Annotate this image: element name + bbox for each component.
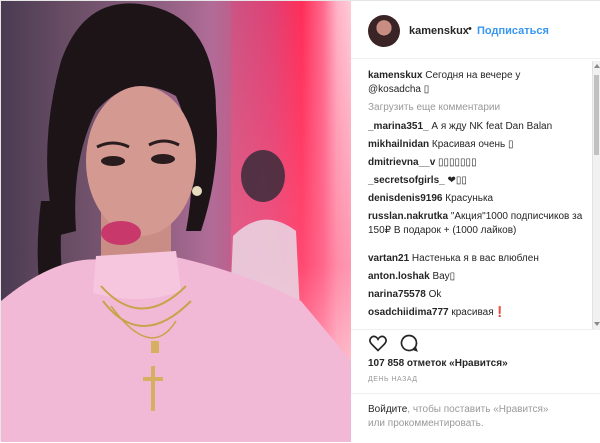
comment-item: dmitrievna__v ▯▯▯▯▯▯▯ (368, 156, 588, 170)
comment-text: Вау▯ (432, 271, 456, 282)
header-username[interactable]: kamenskux (409, 25, 469, 37)
comment-username[interactable]: _secretsofgirls_ (368, 175, 445, 186)
comment-item: mikhailnidan Красивая очень ▯ (368, 138, 588, 152)
scroll-up-arrow-icon[interactable] (594, 64, 600, 68)
caption-emoji: ▯ (423, 84, 430, 95)
photo-illustration (1, 3, 351, 442)
comment-text: красивая❗ (451, 307, 507, 318)
comment-item: anton.loshak Вау▯ (368, 270, 588, 284)
comment-item: narina75578 Ok (368, 288, 588, 302)
header-separator: • (468, 23, 472, 35)
comment-username[interactable]: narina75578 (368, 289, 426, 300)
comment-item: _secretsofgirls_ ❤▯▯ (368, 174, 588, 188)
comment-item: russlan.nakrutka "Акция"1000 подписчиков… (368, 210, 588, 238)
instagram-post: kamenskux • Подписаться kamenskux Сегодн… (0, 0, 600, 442)
comment-username[interactable]: dmitrievna__v (368, 157, 435, 168)
caption-text: Сегодня на вечере у (425, 70, 521, 81)
comment-username[interactable]: vartan21 (368, 253, 409, 264)
login-prompt: Войдите, чтобы поставить «Нравится» или … (351, 393, 600, 443)
post-photo[interactable] (1, 1, 351, 442)
comment-item: denisdenis9196 Красунька (368, 192, 588, 206)
action-bar (351, 331, 600, 361)
comment-username[interactable]: denisdenis9196 (368, 193, 442, 204)
comment-text: Красунька (445, 193, 494, 204)
comments-scrollbar[interactable] (592, 61, 600, 329)
caption-mention[interactable]: @kosadcha (368, 84, 421, 95)
caption-username[interactable]: kamenskux (368, 70, 422, 81)
comment-username[interactable]: russlan.nakrutka (368, 211, 448, 222)
comment-item: vartan21 Настенька я в вас влюблен (368, 252, 588, 266)
comment-username[interactable]: _marina351_ (368, 121, 429, 132)
post-timestamp: ДЕНЬ НАЗАД (368, 376, 418, 383)
comment-text: ▯▯▯▯▯▯▯ (438, 157, 477, 168)
comment-text: Красивая очень ▯ (431, 139, 514, 150)
login-prompt-text-2: или прокомментировать. (368, 418, 484, 429)
scroll-down-arrow-icon[interactable] (594, 322, 600, 326)
comment-text: Ok (428, 289, 442, 300)
likes-count[interactable]: 107 858 отметок «Нравится» (368, 358, 508, 369)
comment-icon[interactable] (399, 333, 419, 353)
comment-username[interactable]: anton.loshak (368, 271, 430, 282)
post-header: kamenskux • Подписаться (351, 1, 600, 59)
comment-item: osadchiidima777 красивая❗ (368, 306, 588, 320)
comment-username[interactable]: mikhailnidan (368, 139, 429, 150)
comment-text: ❤▯▯ (447, 175, 467, 186)
caption: kamenskux Сегодня на вечере у @kosadcha … (368, 69, 588, 97)
login-link[interactable]: Войдите (368, 404, 407, 415)
comment-username[interactable]: osadchiidima777 (368, 307, 449, 318)
login-prompt-text: Войдите, чтобы поставить «Нравится» или … (368, 403, 588, 431)
follow-button[interactable]: Подписаться (477, 25, 549, 37)
heart-icon[interactable] (368, 333, 388, 353)
scroll-thumb[interactable] (594, 75, 599, 155)
comment-text: А я жду NK feat Dan Balan (431, 121, 553, 132)
comment-text: Настенька я в вас влюблен (411, 253, 539, 264)
avatar[interactable] (368, 15, 400, 47)
post-sidebar: kamenskux • Подписаться kamenskux Сегодн… (351, 1, 600, 442)
comments-list[interactable]: kamenskux Сегодня на вечере у @kosadcha … (351, 61, 600, 330)
load-more-comments[interactable]: Загрузить еще комментарии (368, 101, 588, 115)
comment-item: _marina351_ А я жду NK feat Dan Balan (368, 120, 588, 134)
login-prompt-text-1: , чтобы поставить «Нравится» (407, 404, 549, 415)
